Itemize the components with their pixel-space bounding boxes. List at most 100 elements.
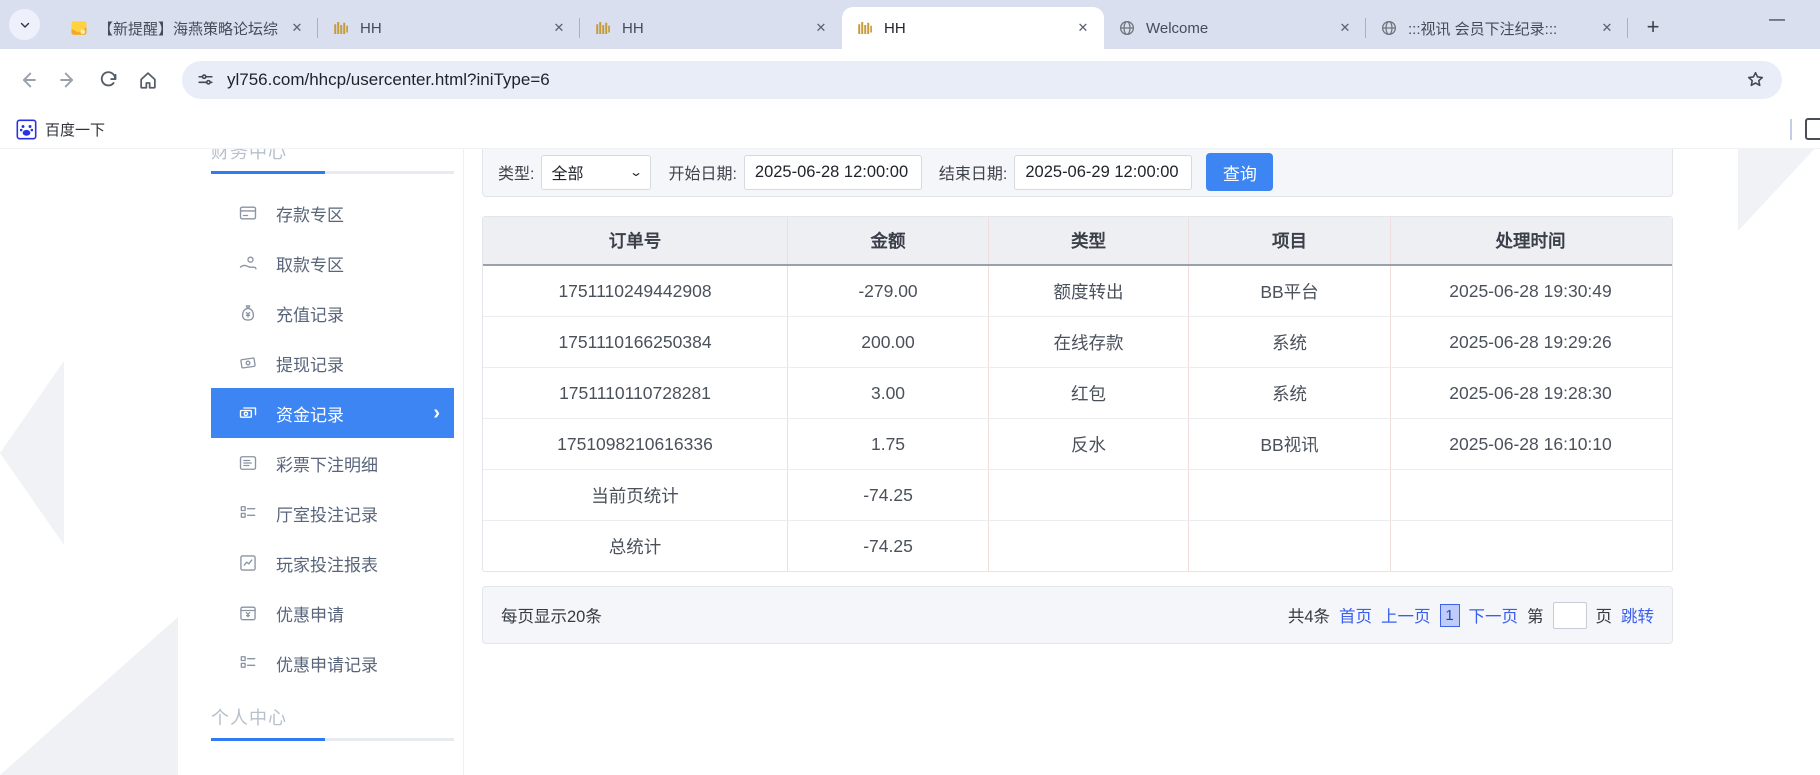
decorative-triangle-bottom-left xyxy=(0,617,178,775)
table-cell: BB平台 xyxy=(1189,266,1391,316)
table-cell: 3.00 xyxy=(788,368,989,418)
end-date-label: 结束日期: xyxy=(939,160,1007,184)
sidebar-section-finance-title: 财务中心 xyxy=(211,149,287,164)
reload-button[interactable] xyxy=(88,60,128,100)
tab-list: 【新提醒】海燕策略论坛综✕HH✕HH✕HH✕Welcome✕:::视讯 会员下注… xyxy=(56,0,1668,49)
sidebar-item-玩家投注报表[interactable]: 玩家投注报表 xyxy=(209,538,464,588)
table-cell: 反水 xyxy=(989,419,1189,469)
address-bar[interactable]: yl756.com/hhcp/usercenter.html?iniType=6 xyxy=(182,61,1782,99)
web-page-content: 财务中心 存款专区取款专区充值记录提现记录资金记录› 彩票下注明细厅室投注记录玩家… xyxy=(0,149,1820,775)
sidebar-item-label: 充值记录 xyxy=(276,301,344,326)
table-cell xyxy=(1189,521,1391,571)
sidebar-menu: 存款专区取款专区充值记录提现记录资金记录›彩票下注明细厅室投注记录玩家投注报表优… xyxy=(209,188,464,688)
jump-page-input[interactable] xyxy=(1553,602,1587,629)
funds-icon xyxy=(238,403,258,423)
start-date-label: 开始日期: xyxy=(668,160,736,184)
chart-report-icon xyxy=(238,553,258,573)
browser-tab-4[interactable]: HH✕ xyxy=(842,7,1104,49)
table-header-cell: 处理时间 xyxy=(1391,217,1670,264)
forward-button[interactable] xyxy=(48,60,88,100)
sidebar: 财务中心 存款专区取款专区充值记录提现记录资金记录› 彩票下注明细厅室投注记录玩家… xyxy=(209,149,464,775)
tab-close-icon[interactable]: ✕ xyxy=(810,17,832,39)
home-button[interactable] xyxy=(128,60,168,100)
browser-tab-3[interactable]: HH✕ xyxy=(580,7,842,49)
jump-button[interactable]: 跳转 xyxy=(1621,603,1654,627)
prev-page-link[interactable]: 上一页 xyxy=(1381,603,1431,627)
site-settings-tune-icon xyxy=(196,70,215,89)
tab-close-icon[interactable]: ✕ xyxy=(286,17,308,39)
sidebar-item-label: 优惠申请 xyxy=(276,601,344,626)
tab-title: 【新提醒】海燕策略论坛综 xyxy=(98,18,286,39)
table-header-cell: 项目 xyxy=(1189,217,1391,264)
new-tab-button[interactable]: + xyxy=(1638,12,1668,42)
tab-close-icon[interactable]: ✕ xyxy=(1596,17,1618,39)
table-header-cell: 金额 xyxy=(788,217,989,264)
current-page-badge[interactable]: 1 xyxy=(1440,604,1460,627)
type-select[interactable]: 全部 ⌄ xyxy=(541,155,651,190)
table-cell: 系统 xyxy=(1189,317,1391,367)
sidebar-item-提现记录[interactable]: 提现记录 xyxy=(209,338,464,388)
table-row: 当前页统计-74.25 xyxy=(483,470,1672,521)
table-cell xyxy=(1391,521,1670,571)
baidu-icon xyxy=(16,119,37,140)
table-cell: -74.25 xyxy=(788,470,989,520)
table-cell: -74.25 xyxy=(788,521,989,571)
moneybag-icon xyxy=(238,303,258,323)
table-cell xyxy=(1189,470,1391,520)
back-button[interactable] xyxy=(8,60,48,100)
url-text[interactable]: yl756.com/hhcp/usercenter.html?iniType=6 xyxy=(227,70,1742,90)
sidebar-item-label: 提现记录 xyxy=(276,351,344,376)
hh-logo-icon xyxy=(856,19,874,37)
sidebar-item-优惠申请记录[interactable]: 优惠申请记录 xyxy=(209,638,464,688)
forward-arrow-icon xyxy=(57,69,79,91)
table-row: 总统计-74.25 xyxy=(483,521,1672,571)
sidebar-item-partial[interactable]: 消息公告 xyxy=(209,759,464,775)
browser-tab-1[interactable]: 【新提醒】海燕策略论坛综✕ xyxy=(56,7,318,49)
first-page-link[interactable]: 首页 xyxy=(1339,603,1372,627)
browser-tab-6[interactable]: :::视讯 会员下注纪录:::✕ xyxy=(1366,7,1628,49)
end-date-input[interactable] xyxy=(1014,155,1192,190)
bookmarks-bar: 百度一下 xyxy=(0,110,1820,149)
sidebar-item-资金记录[interactable]: 资金记录› xyxy=(211,388,454,438)
decorative-triangle-top-right xyxy=(1738,149,1820,231)
sidebar-item-label: 彩票下注明细 xyxy=(276,451,378,476)
other-bookmarks-icon[interactable] xyxy=(1805,118,1820,140)
table-cell: 总统计 xyxy=(483,521,788,571)
browser-tab-strip: 【新提醒】海燕策略论坛综✕HH✕HH✕HH✕Welcome✕:::视讯 会员下注… xyxy=(0,0,1820,49)
main-panel: 类型: 全部 ⌄ 开始日期: 结束日期: 查询 订单号金额类型项目处理时间175… xyxy=(482,149,1673,775)
globe-icon xyxy=(1118,19,1136,37)
table-cell: 系统 xyxy=(1189,368,1391,418)
next-page-link[interactable]: 下一页 xyxy=(1469,603,1519,627)
browser-tab-5[interactable]: Welcome✕ xyxy=(1104,7,1366,49)
tab-close-icon[interactable]: ✕ xyxy=(1072,17,1094,39)
sidebar-item-存款专区[interactable]: 存款专区 xyxy=(209,188,464,238)
sidebar-item-厅室投注记录[interactable]: 厅室投注记录 xyxy=(209,488,464,538)
start-date-input[interactable] xyxy=(744,155,922,190)
query-button[interactable]: 查询 xyxy=(1206,153,1273,191)
sidebar-section-personal-title: 个人中心 xyxy=(211,704,287,730)
browser-tab-2[interactable]: HH✕ xyxy=(318,7,580,49)
pagination-bar: 每页显示20条 共4条 首页 上一页 1 下一页 第 页 跳转 xyxy=(482,586,1673,644)
tab-close-icon[interactable]: ✕ xyxy=(1334,17,1356,39)
withdraw-hand-icon xyxy=(238,253,258,273)
sidebar-section-divider xyxy=(211,171,454,174)
window-minimize-button[interactable]: — xyxy=(1762,11,1792,29)
type-filter-label: 类型: xyxy=(498,160,534,184)
sidebar-item-取款专区[interactable]: 取款专区 xyxy=(209,238,464,288)
table-cell xyxy=(1391,470,1670,520)
table-cell: 1751110249442908 xyxy=(483,266,788,316)
page-size-text: 每页显示20条 xyxy=(501,603,602,627)
sidebar-item-label: 取款专区 xyxy=(276,251,344,276)
sidebar-item-优惠申请[interactable]: 优惠申请 xyxy=(209,588,464,638)
table-cell: 在线存款 xyxy=(989,317,1189,367)
tab-search-chevron-button[interactable] xyxy=(9,9,40,40)
tab-close-icon[interactable]: ✕ xyxy=(548,17,570,39)
bookmark-star-button[interactable] xyxy=(1742,67,1768,93)
sidebar-item-label: 资金记录 xyxy=(276,401,344,426)
filter-panel: 类型: 全部 ⌄ 开始日期: 结束日期: 查询 xyxy=(482,149,1673,197)
sidebar-item-彩票下注明细[interactable]: 彩票下注明细 xyxy=(209,438,464,488)
sidebar-item-充值记录[interactable]: 充值记录 xyxy=(209,288,464,338)
bookmark-baidu[interactable]: 百度一下 xyxy=(16,119,105,140)
table-cell: 当前页统计 xyxy=(483,470,788,520)
table-cell: 2025-06-28 19:30:49 xyxy=(1391,266,1670,316)
